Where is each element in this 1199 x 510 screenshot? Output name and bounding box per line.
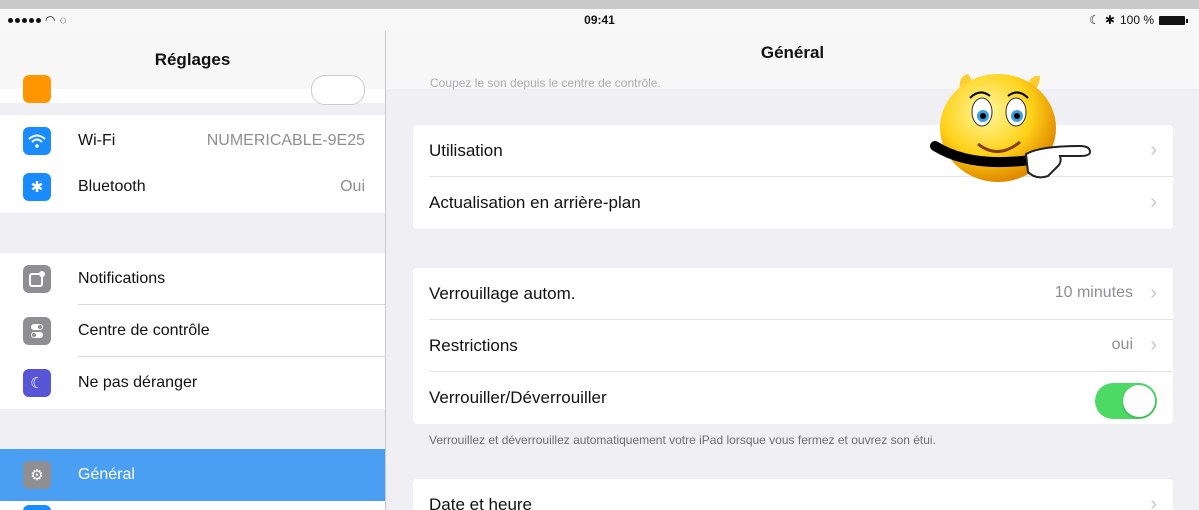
sidebar-item-bluetooth[interactable]: ✱ Bluetooth Oui [0, 161, 385, 213]
bluetooth-icon: ✱ [23, 173, 51, 201]
battery-percent: 100 % [1119, 13, 1154, 27]
display-icon [23, 505, 51, 510]
sidebar-item-label: Général [78, 466, 135, 483]
sidebar-item-label: Ne pas déranger [78, 374, 198, 391]
moon-icon: ☾ [23, 369, 51, 397]
bluetooth-value: Oui [340, 178, 365, 195]
date-time-row[interactable]: Date et heure › [413, 479, 1173, 510]
chevron-right-icon: › [1150, 191, 1157, 213]
sidebar-item-label: Wi-Fi [78, 132, 116, 149]
notifications-icon [23, 265, 51, 293]
status-bar: ◠ ◌ 09:41 ☾ ✱ 100 % [0, 9, 1199, 31]
sidebar-item-notifications[interactable]: Notifications [0, 253, 385, 305]
settings-sidebar: Réglages Wi-Fi NUMERICABLE-9E25 ✱ Blueto… [0, 31, 386, 510]
row-label: Verrouiller/Déverrouiller [429, 388, 607, 407]
sidebar-item-partial[interactable] [0, 75, 385, 105]
gear-icon: ⚙ [23, 461, 51, 489]
chevron-right-icon: › [1150, 139, 1157, 161]
battery-icon [1159, 15, 1188, 25]
control-center-icon [23, 317, 51, 345]
lock-unlock-row: Verrouiller/Déverrouiller [413, 372, 1173, 424]
lock-unlock-footnote: Verrouillez et déverrouillez automatique… [429, 433, 936, 447]
wifi-icon [23, 127, 51, 155]
chevron-right-icon: › [1150, 493, 1157, 510]
chevron-right-icon: › [1150, 282, 1157, 304]
chevron-right-icon: › [1150, 334, 1157, 356]
lock-group: Verrouillage autom. 10 minutes › Restric… [413, 268, 1173, 424]
row-label: Utilisation [429, 141, 503, 160]
sidebar-item-label: Centre de contrôle [78, 322, 210, 339]
sidebar-item-do-not-disturb[interactable]: ☾ Ne pas déranger [0, 357, 385, 409]
pointing-smiley-icon [930, 74, 1092, 182]
sidebar-item-label: Bluetooth [78, 178, 146, 195]
top-strip [0, 0, 1199, 9]
sidebar-item-general[interactable]: ⚙ Général [0, 449, 385, 501]
moon-status-icon: ☾ [1089, 13, 1100, 27]
row-label: Date et heure [429, 495, 533, 510]
airplane-toggle[interactable] [311, 75, 365, 105]
bluetooth-status-icon: ✱ [1104, 13, 1115, 27]
wifi-network-value: NUMERICABLE-9E25 [206, 132, 365, 149]
sidebar-item-partial-bottom[interactable] [0, 501, 385, 510]
sidebar-item-wifi[interactable]: Wi-Fi NUMERICABLE-9E25 [0, 115, 385, 167]
status-time: 09:41 [584, 13, 615, 27]
row-label: Actualisation en arrière-plan [429, 193, 641, 212]
sidebar-item-label: Notifications [78, 270, 166, 287]
restrictions-value: oui [1111, 336, 1133, 353]
sidebar-item-control-center[interactable]: Centre de contrôle [0, 305, 385, 357]
auto-lock-value: 10 minutes [1054, 284, 1133, 301]
lock-unlock-toggle[interactable] [1095, 383, 1157, 419]
scrolled-footnote: Coupez le son depuis le centre de contrô… [430, 76, 661, 90]
airplane-icon [23, 75, 51, 103]
auto-lock-row[interactable]: Verrouillage autom. 10 minutes › [413, 268, 1173, 320]
date-group: Date et heure › [413, 479, 1173, 510]
row-label: Verrouillage autom. [429, 284, 576, 303]
restrictions-row[interactable]: Restrictions oui › [413, 320, 1173, 372]
row-label: Restrictions [429, 336, 518, 355]
